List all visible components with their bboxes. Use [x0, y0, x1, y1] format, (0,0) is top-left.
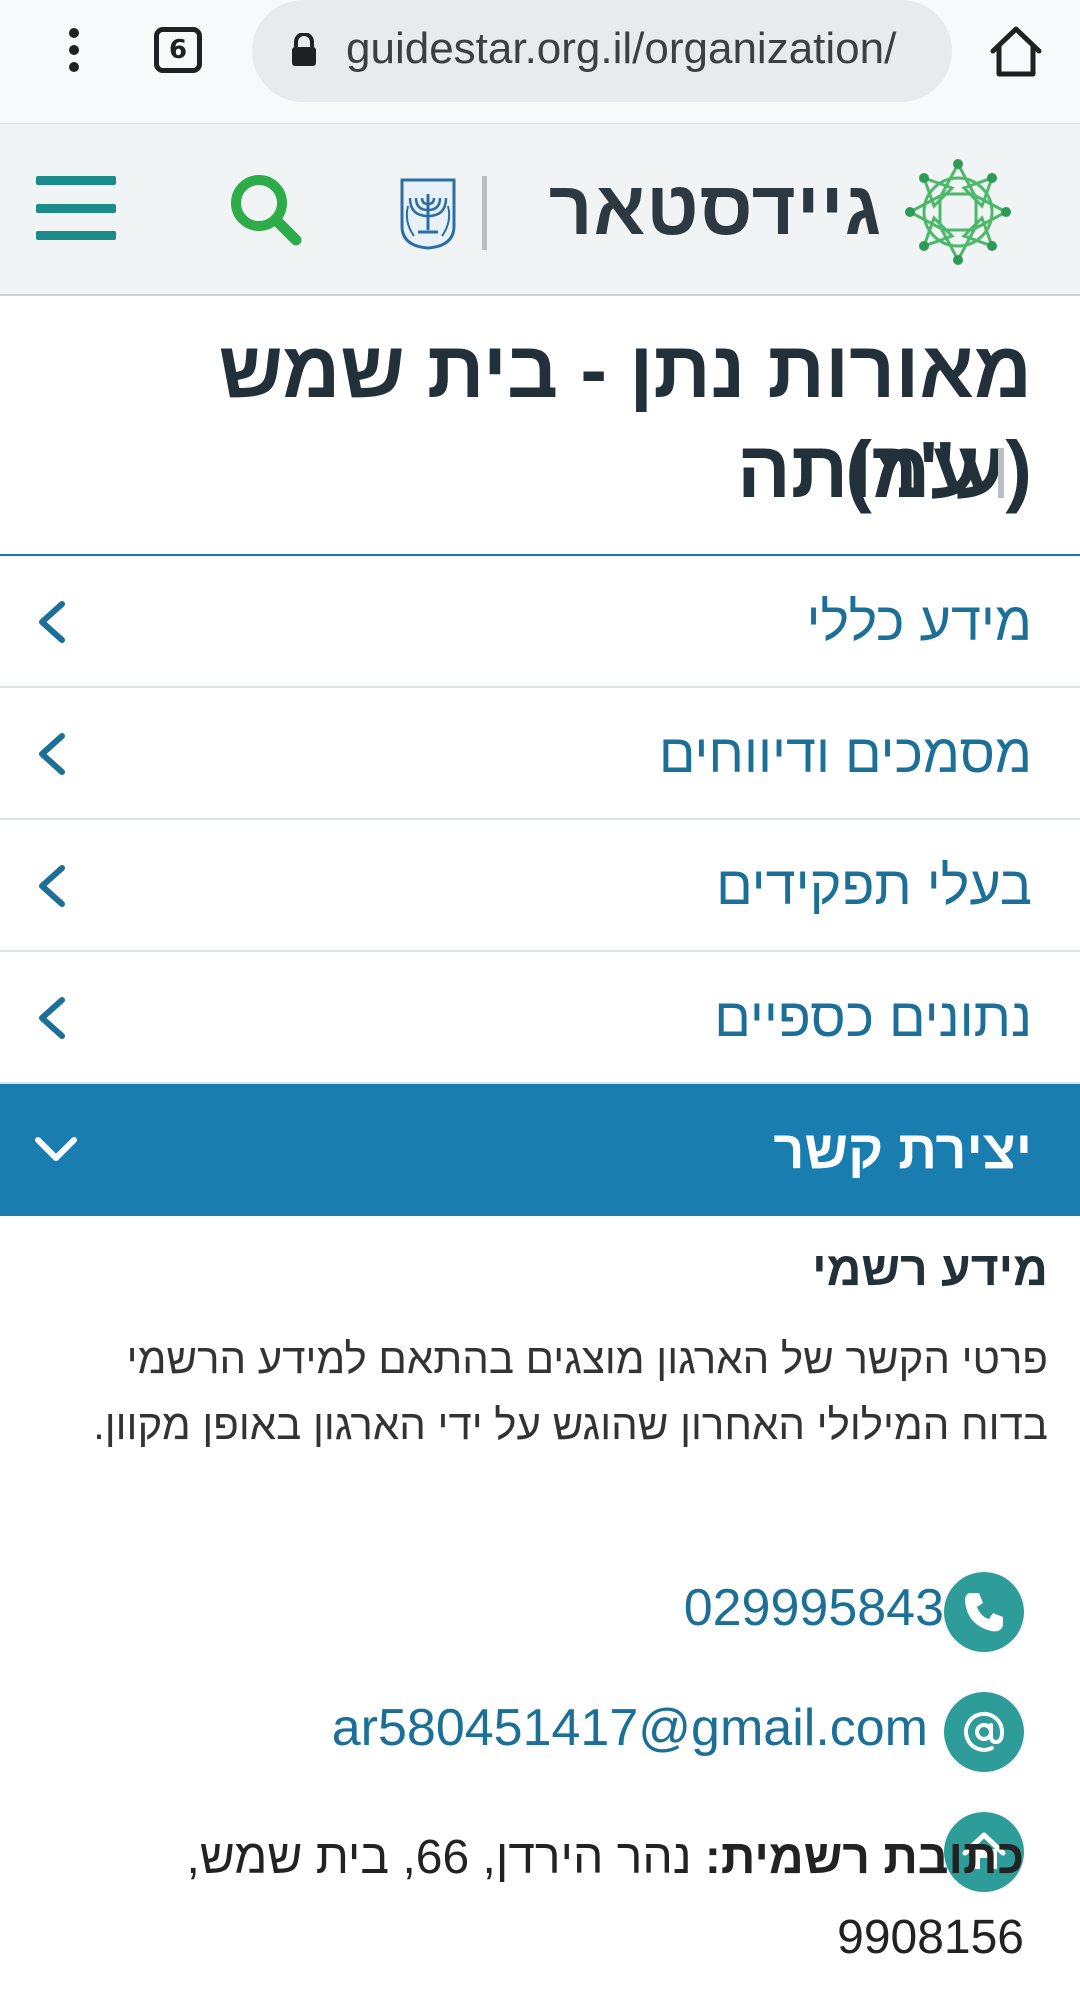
hamburger-icon[interactable]: [36, 176, 116, 240]
menu-dots-icon[interactable]: [52, 22, 96, 78]
accordion-item-documents[interactable]: מסמכים ודיווחים: [0, 688, 1080, 820]
accordion-label: מסמכים ודיווחים: [658, 724, 1032, 784]
accordion-label: מידע כללי: [806, 592, 1032, 652]
chevron-left-icon: [39, 997, 65, 1039]
section-heading: מידע רשמי: [812, 1243, 1048, 1296]
accordion-item-general-info[interactable]: מידע כללי: [0, 556, 1080, 688]
address-block: כתובת רשמית: נהר הירדן, 66, בית שמש, 990…: [164, 1818, 1024, 1978]
site-logo-text[interactable]: גיידסטאר: [510, 164, 882, 254]
email-link[interactable]: ar580451417@gmail.com: [332, 1698, 928, 1758]
chevron-down-icon: [35, 1137, 77, 1161]
search-icon[interactable]: [226, 170, 306, 250]
state-emblem-icon: [400, 178, 456, 250]
accordion-label: נתונים כספיים: [714, 988, 1032, 1048]
chevron-left-icon: [39, 865, 65, 907]
guidestar-logo-icon[interactable]: [900, 154, 1016, 270]
accordion-item-officials[interactable]: בעלי תפקידים: [0, 820, 1080, 952]
accordion-label: בעלי תפקידים: [716, 856, 1032, 916]
address-bar[interactable]: guidestar.org.il/organization/: [252, 0, 952, 102]
section-description: פרטי הקשר של הארגון מוצגים בהתאם למידע ה…: [93, 1335, 1048, 1448]
at-sign-icon: [944, 1692, 1024, 1772]
address-label: כתובת רשמית:: [704, 1831, 1024, 1884]
accordion-item-contact[interactable]: יצירת קשר: [0, 1084, 1080, 1216]
organization-type: עמותה: [736, 425, 980, 514]
browser-toolbar: 6 guidestar.org.il/organization/: [0, 0, 1080, 124]
accordion-item-financial-data[interactable]: נתונים כספיים: [0, 952, 1080, 1084]
title-divider: [998, 448, 1004, 498]
home-icon[interactable]: [988, 24, 1044, 78]
phone-link[interactable]: 029995843: [684, 1578, 944, 1638]
accordion-label-active: יצירת קשר: [773, 1120, 1032, 1180]
tab-switcher-button[interactable]: 6: [154, 27, 202, 73]
logo-divider: [482, 176, 487, 250]
url-text: guidestar.org.il/organization/: [346, 24, 897, 73]
site-header: גיידסטאר: [0, 124, 1080, 296]
lock-icon: [292, 33, 316, 66]
chevron-left-icon: [39, 601, 65, 643]
phone-icon: [944, 1572, 1024, 1652]
chevron-left-icon: [39, 733, 65, 775]
tab-count: 6: [168, 35, 188, 65]
